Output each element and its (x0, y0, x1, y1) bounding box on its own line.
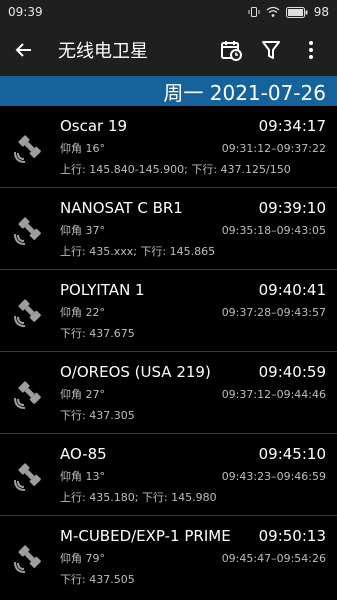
calendar-clock-icon (221, 41, 242, 61)
schedule-button[interactable] (211, 30, 251, 70)
back-button[interactable] (4, 30, 44, 70)
battery-icon (285, 6, 308, 18)
pass-list-item[interactable]: NANOSAT C BR1 09:39:10 仰角 37° 09:35:18–0… (0, 188, 337, 270)
elevation-label: 仰角 22° (60, 305, 105, 319)
back-arrow-icon (15, 43, 31, 57)
pass-list-item[interactable]: Oscar 19 09:34:17 仰角 16° 09:31:12–09:37:… (0, 106, 337, 188)
frequency-info: 上行: 435.180; 下行: 145.980 (60, 490, 217, 504)
elevation-label: 仰角 27° (60, 387, 105, 401)
pass-window: 09:37:12–09:44:46 (221, 387, 326, 401)
pass-list-item[interactable]: POLYITAN 1 09:40:41 仰角 22° 09:37:28–09:4… (0, 270, 337, 352)
satellite-name: Oscar 19 (60, 116, 128, 135)
pass-window: 09:43:23–09:46:59 (221, 469, 326, 483)
frequency-info: 下行: 437.305 (60, 408, 135, 422)
pass-window: 09:45:47–09:54:26 (221, 552, 326, 565)
pass-time: 09:45:10 (258, 444, 326, 463)
satellite-icon (14, 216, 41, 245)
pass-time: 09:40:41 (258, 280, 326, 299)
battery-level: 98 (313, 5, 329, 19)
frequency-info: 下行: 437.675 (60, 326, 135, 340)
pass-list-item[interactable]: O/OREOS (USA 219) 09:40:59 仰角 27° 09:37:… (0, 352, 337, 434)
wifi-icon (266, 6, 280, 17)
status-time: 09:39 (8, 5, 43, 19)
elevation-label: 仰角 16° (60, 141, 105, 155)
page-title: 无线电卫星 (58, 41, 148, 62)
frequency-info: 上行: 435.xxx; 下行: 145.865 (60, 244, 216, 258)
satellite-icon (14, 462, 41, 491)
app-bar: 无线电卫星 (0, 24, 337, 76)
pass-time: 09:34:17 (258, 116, 326, 135)
satellite-icon (14, 298, 41, 327)
pass-list-item[interactable]: M-CUBED/EXP-1 PRIME 09:50:13 仰角 79° 09:4… (0, 516, 337, 598)
status-icons: 98 (248, 5, 329, 19)
elevation-label: 仰角 79° (60, 552, 105, 565)
frequency-info: 下行: 437.505 (60, 573, 135, 586)
frequency-info: 上行: 145.840-145.900; 下行: 437.125/150 (60, 162, 291, 176)
pass-time: 09:40:59 (258, 362, 326, 381)
status-bar: 09:39 98 (0, 0, 337, 24)
pass-list-item[interactable]: AO-85 09:45:10 仰角 13° 09:43:23–09:46:59 … (0, 434, 337, 516)
pass-time: 09:39:10 (258, 198, 326, 217)
pass-time: 09:50:13 (258, 527, 326, 545)
vibrate-icon (248, 7, 260, 17)
satellite-name: AO-85 (60, 444, 107, 463)
satellite-name: POLYITAN 1 (60, 280, 145, 299)
satellite-name: M-CUBED/EXP-1 PRIME (60, 527, 231, 545)
more-vert-icon (309, 41, 313, 59)
satellite-name: O/OREOS (USA 219) (60, 362, 211, 381)
elevation-label: 仰角 37° (60, 223, 105, 237)
satellite-name: NANOSAT C BR1 (60, 198, 183, 217)
filter-icon (262, 41, 280, 59)
more-options-button[interactable] (291, 30, 331, 70)
pass-list: Oscar 19 09:34:17 仰角 16° 09:31:12–09:37:… (0, 106, 337, 598)
pass-window: 09:35:18–09:43:05 (221, 223, 326, 237)
elevation-label: 仰角 13° (60, 469, 105, 483)
satellite-icon (14, 380, 41, 409)
satellite-icon (14, 134, 41, 163)
date-banner: 周一 2021-07-26 (0, 76, 337, 106)
pass-window: 09:37:28–09:43:57 (221, 305, 326, 319)
filter-button[interactable] (251, 30, 291, 70)
pass-window: 09:31:12–09:37:22 (221, 141, 326, 155)
satellite-icon (14, 545, 41, 573)
